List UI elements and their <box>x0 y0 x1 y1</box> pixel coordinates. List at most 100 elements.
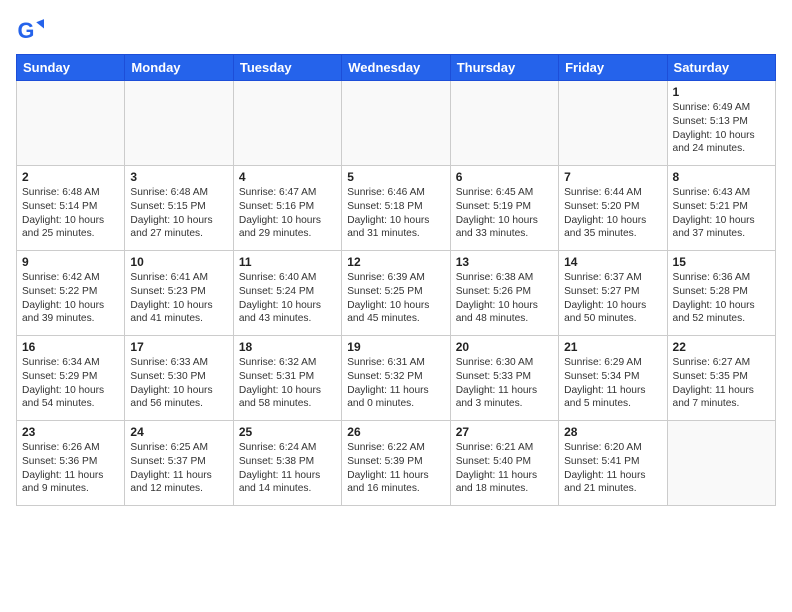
day-info: Sunrise: 6:41 AM Sunset: 5:23 PM Dayligh… <box>130 271 227 326</box>
day-number: 24 <box>130 425 227 439</box>
day-number: 8 <box>673 170 770 184</box>
calendar-cell: 15 Sunrise: 6:36 AM Sunset: 5:28 PM Dayli… <box>667 251 775 336</box>
calendar-cell: 23 Sunrise: 6:26 AM Sunset: 5:36 PM Dayli… <box>17 421 125 506</box>
weekday-header-sunday: Sunday <box>17 55 125 81</box>
day-info: Sunrise: 6:48 AM Sunset: 5:15 PM Dayligh… <box>130 186 227 241</box>
day-number: 9 <box>22 255 119 269</box>
day-number: 25 <box>239 425 336 439</box>
calendar-cell: 4 Sunrise: 6:47 AM Sunset: 5:16 PM Daylig… <box>233 166 341 251</box>
day-info: Sunrise: 6:24 AM Sunset: 5:38 PM Dayligh… <box>239 441 336 496</box>
calendar-cell: 3 Sunrise: 6:48 AM Sunset: 5:15 PM Daylig… <box>125 166 233 251</box>
calendar-cell: 25 Sunrise: 6:24 AM Sunset: 5:38 PM Dayli… <box>233 421 341 506</box>
day-number: 5 <box>347 170 444 184</box>
day-number: 17 <box>130 340 227 354</box>
day-number: 28 <box>564 425 661 439</box>
weekday-header-thursday: Thursday <box>450 55 558 81</box>
day-info: Sunrise: 6:48 AM Sunset: 5:14 PM Dayligh… <box>22 186 119 241</box>
day-info: Sunrise: 6:44 AM Sunset: 5:20 PM Dayligh… <box>564 186 661 241</box>
day-info: Sunrise: 6:31 AM Sunset: 5:32 PM Dayligh… <box>347 356 444 411</box>
day-info: Sunrise: 6:33 AM Sunset: 5:30 PM Dayligh… <box>130 356 227 411</box>
day-info: Sunrise: 6:47 AM Sunset: 5:16 PM Dayligh… <box>239 186 336 241</box>
day-info: Sunrise: 6:39 AM Sunset: 5:25 PM Dayligh… <box>347 271 444 326</box>
day-info: Sunrise: 6:43 AM Sunset: 5:21 PM Dayligh… <box>673 186 770 241</box>
day-number: 6 <box>456 170 553 184</box>
svg-text:G: G <box>18 18 35 43</box>
day-number: 16 <box>22 340 119 354</box>
day-number: 13 <box>456 255 553 269</box>
day-info: Sunrise: 6:20 AM Sunset: 5:41 PM Dayligh… <box>564 441 661 496</box>
weekday-header-wednesday: Wednesday <box>342 55 450 81</box>
calendar-cell: 21Sunrise: 6:29 AM Sunset: 5:34 PM Dayli… <box>559 336 667 421</box>
day-info: Sunrise: 6:34 AM Sunset: 5:29 PM Dayligh… <box>22 356 119 411</box>
calendar-cell: 17 Sunrise: 6:33 AM Sunset: 5:30 PM Dayli… <box>125 336 233 421</box>
day-info: Sunrise: 6:36 AM Sunset: 5:28 PM Dayligh… <box>673 271 770 326</box>
day-number: 3 <box>130 170 227 184</box>
day-number: 26 <box>347 425 444 439</box>
calendar-cell: 12 Sunrise: 6:39 AM Sunset: 5:25 PM Dayli… <box>342 251 450 336</box>
day-number: 20 <box>456 340 553 354</box>
calendar-cell <box>125 81 233 166</box>
day-info: Sunrise: 6:26 AM Sunset: 5:36 PM Dayligh… <box>22 441 119 496</box>
day-number: 27 <box>456 425 553 439</box>
calendar-cell: 14 Sunrise: 6:37 AM Sunset: 5:27 PM Dayli… <box>559 251 667 336</box>
calendar-cell: 10Sunrise: 6:41 AM Sunset: 5:23 PM Dayli… <box>125 251 233 336</box>
day-number: 22 <box>673 340 770 354</box>
calendar-cell <box>559 81 667 166</box>
day-info: Sunrise: 6:45 AM Sunset: 5:19 PM Dayligh… <box>456 186 553 241</box>
day-number: 12 <box>347 255 444 269</box>
day-number: 23 <box>22 425 119 439</box>
calendar-cell: 13Sunrise: 6:38 AM Sunset: 5:26 PM Dayli… <box>450 251 558 336</box>
calendar-cell: 8 Sunrise: 6:43 AM Sunset: 5:21 PM Daylig… <box>667 166 775 251</box>
calendar-cell <box>233 81 341 166</box>
calendar-cell: 7 Sunrise: 6:44 AM Sunset: 5:20 PM Daylig… <box>559 166 667 251</box>
calendar-cell: 2Sunrise: 6:48 AM Sunset: 5:14 PM Daylig… <box>17 166 125 251</box>
calendar-cell: 18 Sunrise: 6:32 AM Sunset: 5:31 PM Dayli… <box>233 336 341 421</box>
logo: G <box>16 16 48 44</box>
day-info: Sunrise: 6:21 AM Sunset: 5:40 PM Dayligh… <box>456 441 553 496</box>
calendar-cell: 1 Sunrise: 6:49 AM Sunset: 5:13 PM Daylig… <box>667 81 775 166</box>
calendar-cell: 22 Sunrise: 6:27 AM Sunset: 5:35 PM Dayli… <box>667 336 775 421</box>
day-number: 7 <box>564 170 661 184</box>
day-info: Sunrise: 6:40 AM Sunset: 5:24 PM Dayligh… <box>239 271 336 326</box>
calendar-cell: 27 Sunrise: 6:21 AM Sunset: 5:40 PM Dayli… <box>450 421 558 506</box>
logo-icon: G <box>16 16 44 44</box>
calendar-cell: 20 Sunrise: 6:30 AM Sunset: 5:33 PM Dayli… <box>450 336 558 421</box>
calendar-table: SundayMondayTuesdayWednesdayThursdayFrid… <box>16 54 776 506</box>
weekday-header-saturday: Saturday <box>667 55 775 81</box>
calendar-week-1: 1 Sunrise: 6:49 AM Sunset: 5:13 PM Daylig… <box>17 81 776 166</box>
day-info: Sunrise: 6:46 AM Sunset: 5:18 PM Dayligh… <box>347 186 444 241</box>
weekday-header-row: SundayMondayTuesdayWednesdayThursdayFrid… <box>17 55 776 81</box>
weekday-header-tuesday: Tuesday <box>233 55 341 81</box>
day-number: 19 <box>347 340 444 354</box>
day-info: Sunrise: 6:32 AM Sunset: 5:31 PM Dayligh… <box>239 356 336 411</box>
calendar-week-2: 2Sunrise: 6:48 AM Sunset: 5:14 PM Daylig… <box>17 166 776 251</box>
day-info: Sunrise: 6:49 AM Sunset: 5:13 PM Dayligh… <box>673 101 770 156</box>
calendar-week-5: 23 Sunrise: 6:26 AM Sunset: 5:36 PM Dayli… <box>17 421 776 506</box>
weekday-header-monday: Monday <box>125 55 233 81</box>
day-number: 14 <box>564 255 661 269</box>
day-number: 1 <box>673 85 770 99</box>
day-number: 11 <box>239 255 336 269</box>
day-number: 15 <box>673 255 770 269</box>
calendar-cell: 24 Sunrise: 6:25 AM Sunset: 5:37 PM Dayli… <box>125 421 233 506</box>
calendar-cell <box>667 421 775 506</box>
calendar-cell: 11 Sunrise: 6:40 AM Sunset: 5:24 PM Dayli… <box>233 251 341 336</box>
day-info: Sunrise: 6:42 AM Sunset: 5:22 PM Dayligh… <box>22 271 119 326</box>
day-number: 18 <box>239 340 336 354</box>
page-header: G <box>16 16 776 44</box>
calendar-cell: 5 Sunrise: 6:46 AM Sunset: 5:18 PM Daylig… <box>342 166 450 251</box>
calendar-cell <box>342 81 450 166</box>
day-info: Sunrise: 6:30 AM Sunset: 5:33 PM Dayligh… <box>456 356 553 411</box>
calendar-cell: 6 Sunrise: 6:45 AM Sunset: 5:19 PM Daylig… <box>450 166 558 251</box>
day-info: Sunrise: 6:27 AM Sunset: 5:35 PM Dayligh… <box>673 356 770 411</box>
calendar-cell: 19 Sunrise: 6:31 AM Sunset: 5:32 PM Dayli… <box>342 336 450 421</box>
day-info: Sunrise: 6:22 AM Sunset: 5:39 PM Dayligh… <box>347 441 444 496</box>
calendar-cell: 26 Sunrise: 6:22 AM Sunset: 5:39 PM Dayli… <box>342 421 450 506</box>
day-info: Sunrise: 6:25 AM Sunset: 5:37 PM Dayligh… <box>130 441 227 496</box>
day-number: 4 <box>239 170 336 184</box>
day-info: Sunrise: 6:37 AM Sunset: 5:27 PM Dayligh… <box>564 271 661 326</box>
calendar-cell <box>17 81 125 166</box>
calendar-cell: 16 Sunrise: 6:34 AM Sunset: 5:29 PM Dayli… <box>17 336 125 421</box>
day-info: Sunrise: 6:29 AM Sunset: 5:34 PM Dayligh… <box>564 356 661 411</box>
calendar-cell <box>450 81 558 166</box>
